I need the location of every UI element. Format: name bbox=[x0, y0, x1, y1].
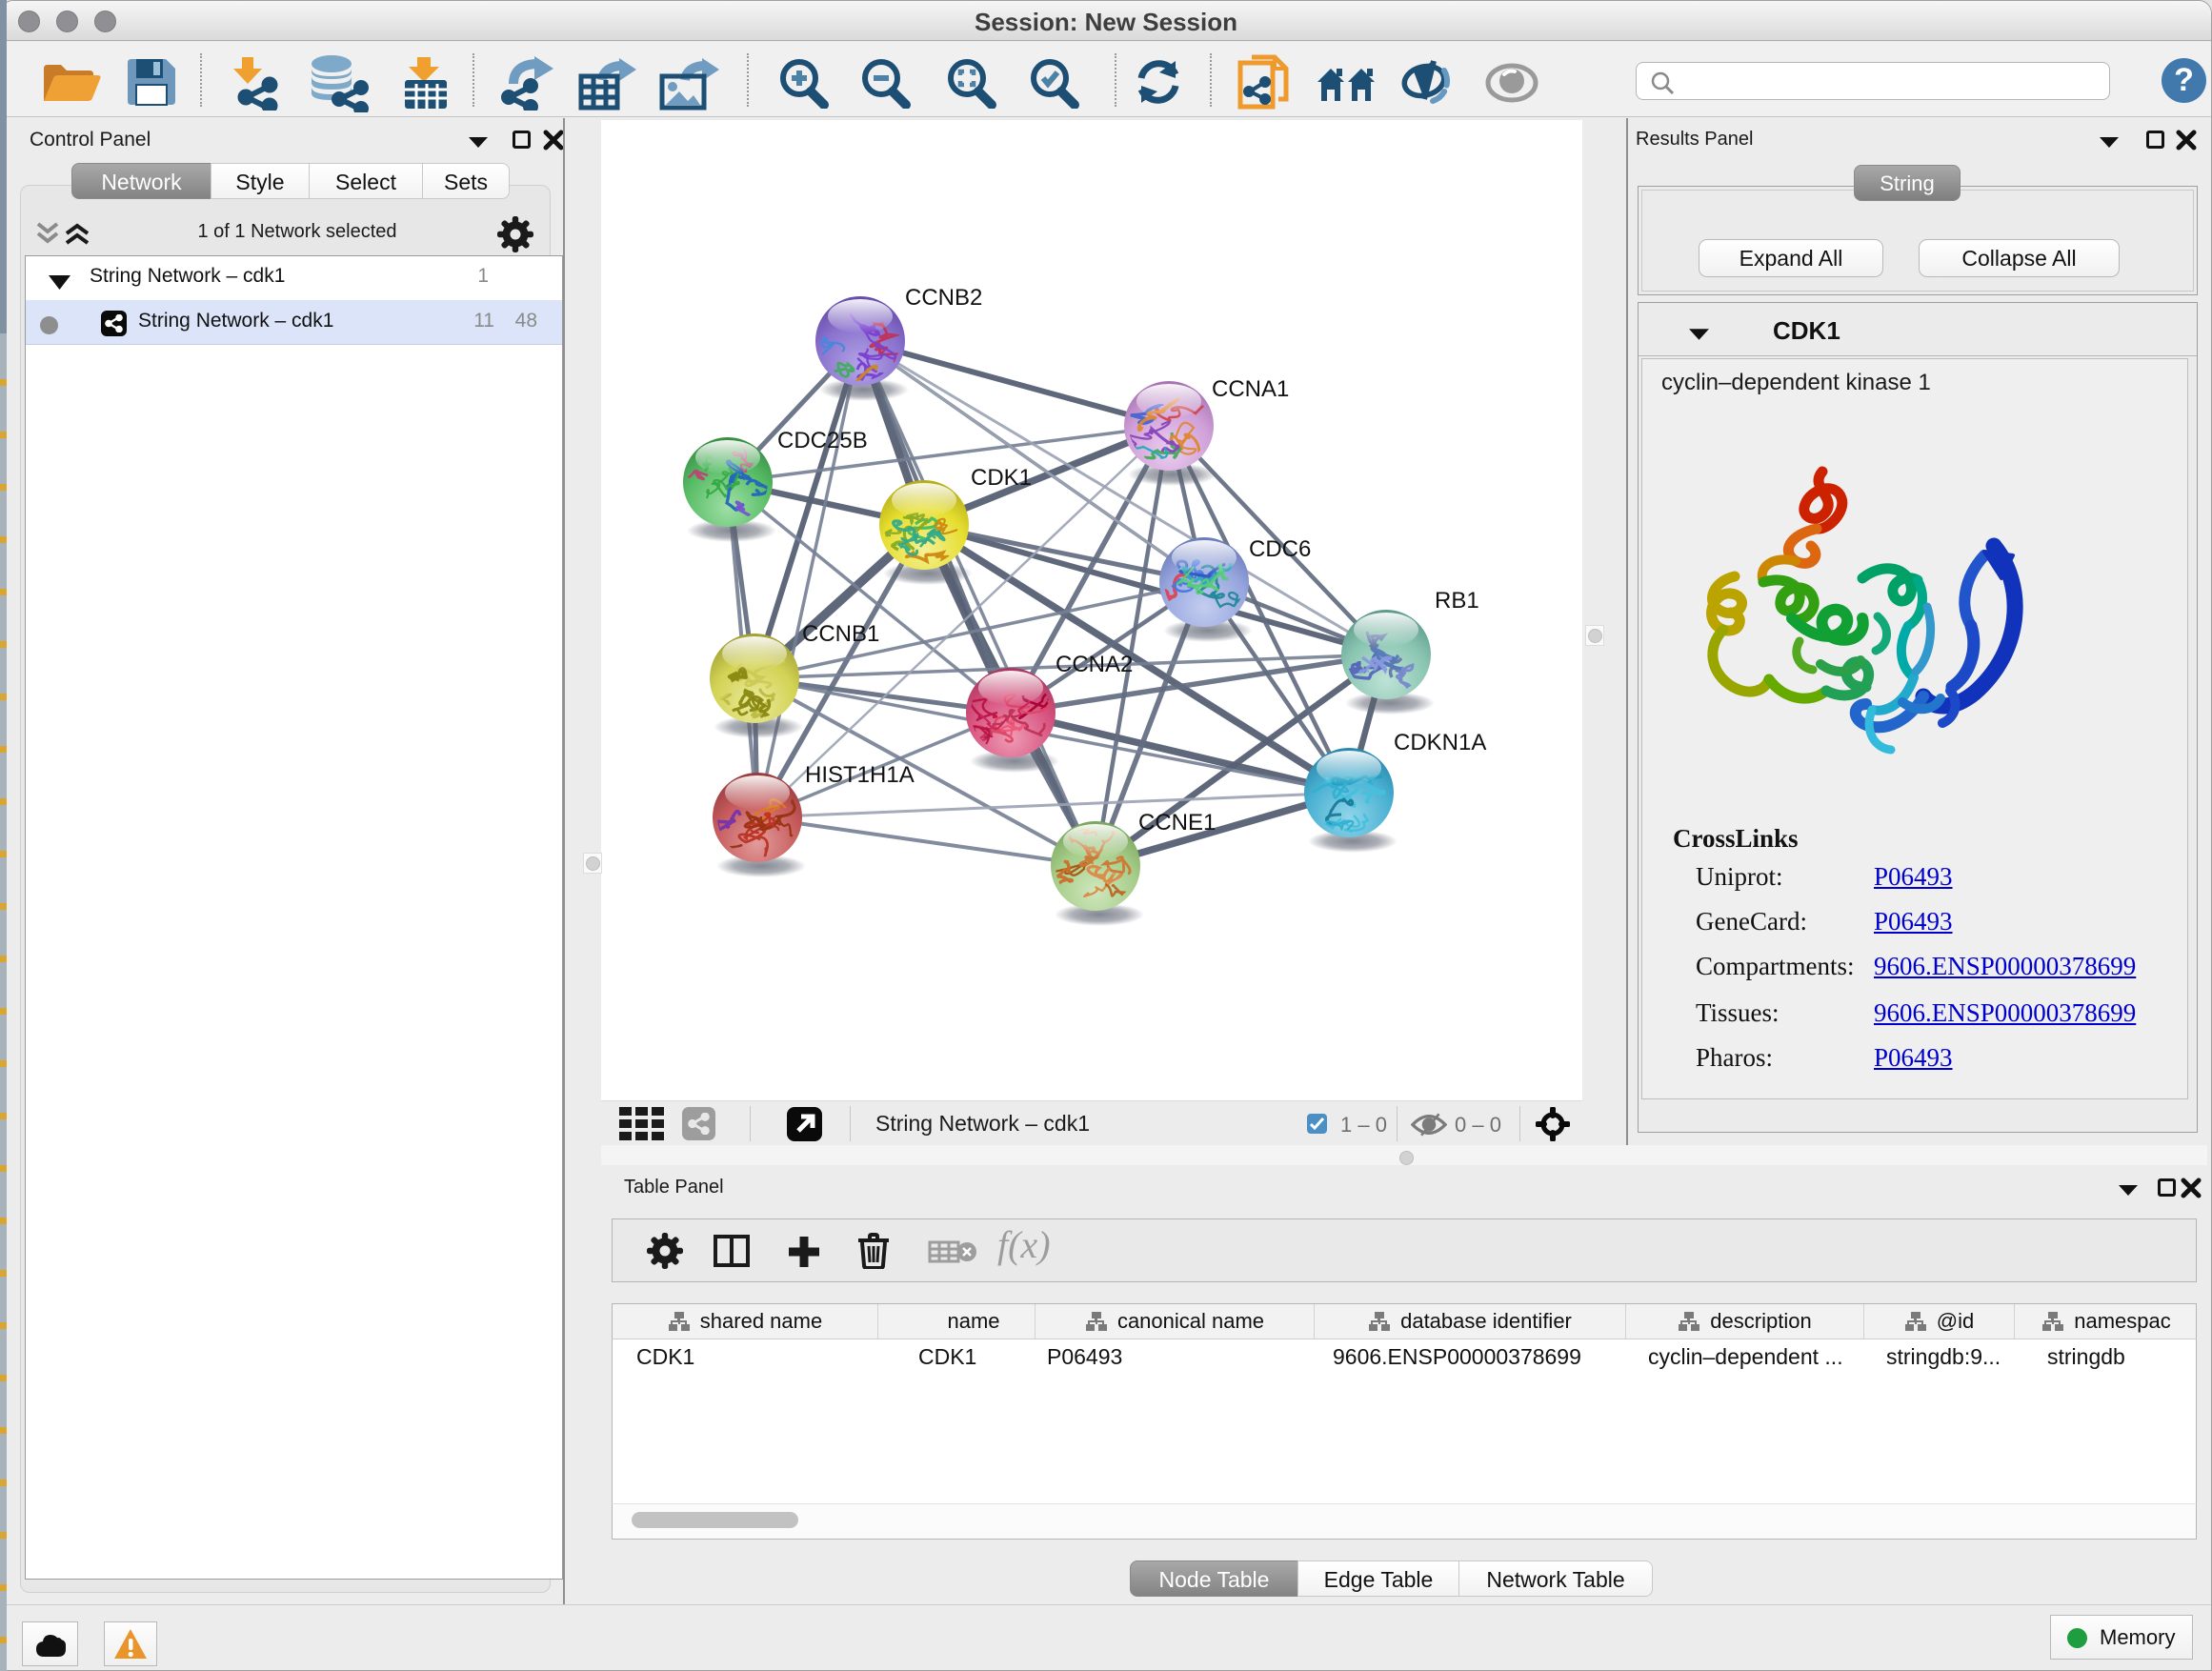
svg-text:CCNA1: CCNA1 bbox=[1212, 376, 1289, 402]
svg-text:CCNA2: CCNA2 bbox=[1056, 652, 1133, 677]
svg-text:CDK1: CDK1 bbox=[971, 465, 1032, 491]
svg-text:CDC25B: CDC25B bbox=[777, 428, 868, 453]
svg-text:CCNB2: CCNB2 bbox=[905, 285, 982, 311]
svg-text:CDKN1A: CDKN1A bbox=[1394, 730, 1486, 755]
svg-text:CDC6: CDC6 bbox=[1249, 536, 1311, 562]
svg-text:HIST1H1A: HIST1H1A bbox=[805, 762, 915, 788]
svg-text:RB1: RB1 bbox=[1435, 588, 1479, 614]
svg-text:CCNE1: CCNE1 bbox=[1138, 810, 1216, 836]
svg-text:CCNB1: CCNB1 bbox=[802, 621, 879, 647]
